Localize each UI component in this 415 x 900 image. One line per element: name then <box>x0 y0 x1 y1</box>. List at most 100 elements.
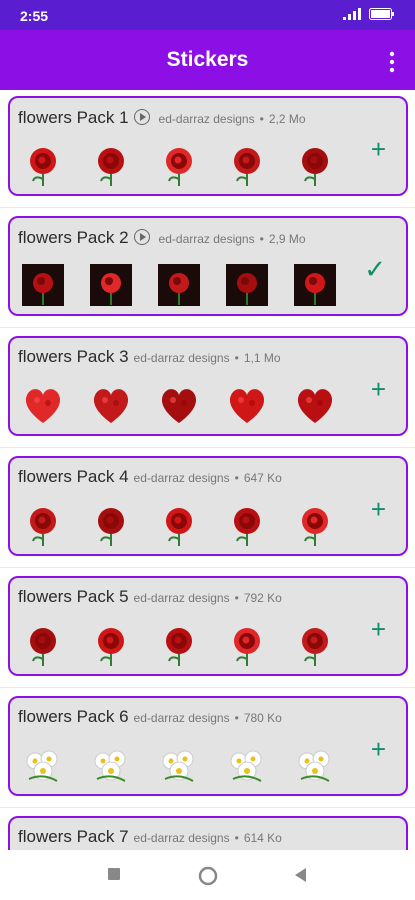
sticker-preview <box>88 502 134 548</box>
sticker-preview <box>88 622 134 668</box>
sticker-pack-card[interactable]: flowers Pack 2 ed-darraz designs • 2,9 Mo ✓ <box>8 216 408 316</box>
signal-icon <box>343 8 361 20</box>
sticker-pack-card[interactable]: flowers Pack 1 ed-darraz designs • 2,2 Mo + <box>8 96 408 196</box>
sticker-preview <box>156 742 202 788</box>
sticker-preview <box>224 262 270 308</box>
list-divider <box>0 807 415 808</box>
sticker-preview <box>224 502 270 548</box>
system-nav-bar <box>0 850 415 900</box>
meta-separator: • <box>234 351 239 365</box>
sticker-preview <box>292 622 338 668</box>
sticker-preview <box>156 262 202 308</box>
pack-header: flowers Pack 2 ed-darraz designs • 2,9 Mo <box>18 227 306 248</box>
add-pack-button[interactable]: + <box>371 614 386 645</box>
recents-button[interactable] <box>106 866 122 882</box>
app-bar: Stickers <box>0 30 415 90</box>
pack-size: 647 Ko <box>243 471 282 485</box>
page-title: Stickers <box>166 48 249 71</box>
status-time: 2:55 <box>20 8 49 24</box>
pack-header: flowers Pack 6 ed-darraz designs • 780 Ko <box>18 707 282 727</box>
list-divider <box>0 447 415 448</box>
pack-size: 792 Ko <box>243 591 282 605</box>
add-pack-button[interactable]: + <box>371 134 386 165</box>
animated-play-icon <box>133 229 150 245</box>
pack-publisher: ed-darraz designs <box>158 112 255 126</box>
sticker-preview-row <box>20 502 338 548</box>
sticker-preview-row <box>20 622 338 668</box>
sticker-pack-card[interactable]: flowers Pack 6 ed-darraz designs • 780 Ko + <box>8 696 408 796</box>
sticker-preview <box>224 622 270 668</box>
meta-separator: • <box>234 711 239 725</box>
sticker-preview-row <box>20 382 338 428</box>
pack-added-check-icon[interactable]: ✓ <box>364 254 386 285</box>
sticker-preview <box>292 382 338 428</box>
list-divider <box>0 567 415 568</box>
pack-name: flowers Pack 6 <box>18 707 129 726</box>
sticker-preview-row <box>20 142 338 188</box>
pack-size: 1,1 Mo <box>243 351 281 365</box>
animated-play-icon <box>133 109 150 125</box>
sticker-preview <box>224 382 270 428</box>
sticker-preview <box>292 742 338 788</box>
home-button[interactable] <box>198 866 218 886</box>
sticker-pack-card[interactable]: flowers Pack 4 ed-darraz designs • 647 Ko + <box>8 456 408 556</box>
sticker-preview <box>292 262 338 308</box>
pack-size: 2,2 Mo <box>268 112 306 126</box>
pack-publisher: ed-darraz designs <box>133 351 230 365</box>
pack-header: flowers Pack 5 ed-darraz designs • 792 Ko <box>18 587 282 607</box>
battery-icon <box>369 8 394 20</box>
sticker-pack-card[interactable]: flowers Pack 3 ed-darraz designs • 1,1 Mo + <box>8 336 408 436</box>
sticker-preview-row <box>20 742 338 788</box>
meta-separator: • <box>259 112 264 126</box>
pack-publisher: ed-darraz designs <box>133 711 230 725</box>
pack-header: flowers Pack 3 ed-darraz designs • 1,1 Mo <box>18 347 281 367</box>
sticker-preview <box>20 742 66 788</box>
meta-separator: • <box>234 831 239 845</box>
status-icons <box>343 8 395 20</box>
pack-publisher: ed-darraz designs <box>133 591 230 605</box>
pack-publisher: ed-darraz designs <box>158 232 255 246</box>
sticker-preview-row <box>20 262 338 308</box>
sticker-preview <box>88 382 134 428</box>
sticker-preview <box>88 142 134 188</box>
sticker-pack-list[interactable]: flowers Pack 1 ed-darraz designs • 2,2 Mo + f… <box>0 90 415 850</box>
list-divider <box>0 327 415 328</box>
sticker-preview <box>156 502 202 548</box>
sticker-preview <box>20 142 66 188</box>
add-pack-button[interactable]: + <box>371 374 386 405</box>
pack-name: flowers Pack 7 <box>18 827 129 846</box>
sticker-preview <box>88 262 134 308</box>
sticker-preview <box>156 142 202 188</box>
meta-separator: • <box>234 591 239 605</box>
more-options-icon[interactable] <box>387 50 397 74</box>
pack-name: flowers Pack 4 <box>18 467 129 486</box>
sticker-preview <box>20 262 66 308</box>
pack-name: flowers Pack 3 <box>18 347 129 366</box>
sticker-preview <box>224 142 270 188</box>
pack-size: 614 Ko <box>243 831 282 845</box>
pack-publisher: ed-darraz designs <box>133 471 230 485</box>
pack-header: flowers Pack 7 ed-darraz designs • 614 Ko <box>18 827 282 847</box>
sticker-preview <box>224 742 270 788</box>
pack-name: flowers Pack 1 <box>18 108 129 127</box>
sticker-preview <box>292 502 338 548</box>
add-pack-button[interactable]: + <box>371 494 386 525</box>
add-pack-button[interactable]: + <box>371 734 386 765</box>
sticker-preview <box>20 382 66 428</box>
back-button[interactable] <box>292 866 308 884</box>
sticker-preview <box>156 382 202 428</box>
pack-size: 780 Ko <box>243 711 282 725</box>
sticker-preview <box>292 142 338 188</box>
pack-size: 2,9 Mo <box>268 232 306 246</box>
status-bar: 2:55 <box>0 0 415 30</box>
sticker-preview <box>20 502 66 548</box>
list-divider <box>0 207 415 208</box>
list-divider <box>0 687 415 688</box>
sticker-pack-card[interactable]: flowers Pack 7ed-darraz designs•614 Ko+ <box>8 816 408 850</box>
sticker-preview <box>156 622 202 668</box>
sticker-pack-card[interactable]: flowers Pack 5 ed-darraz designs • 792 Ko + <box>8 576 408 676</box>
meta-separator: • <box>234 471 239 485</box>
pack-header: flowers Pack 4 ed-darraz designs • 647 Ko <box>18 467 282 487</box>
sticker-preview <box>20 622 66 668</box>
sticker-preview <box>88 742 134 788</box>
